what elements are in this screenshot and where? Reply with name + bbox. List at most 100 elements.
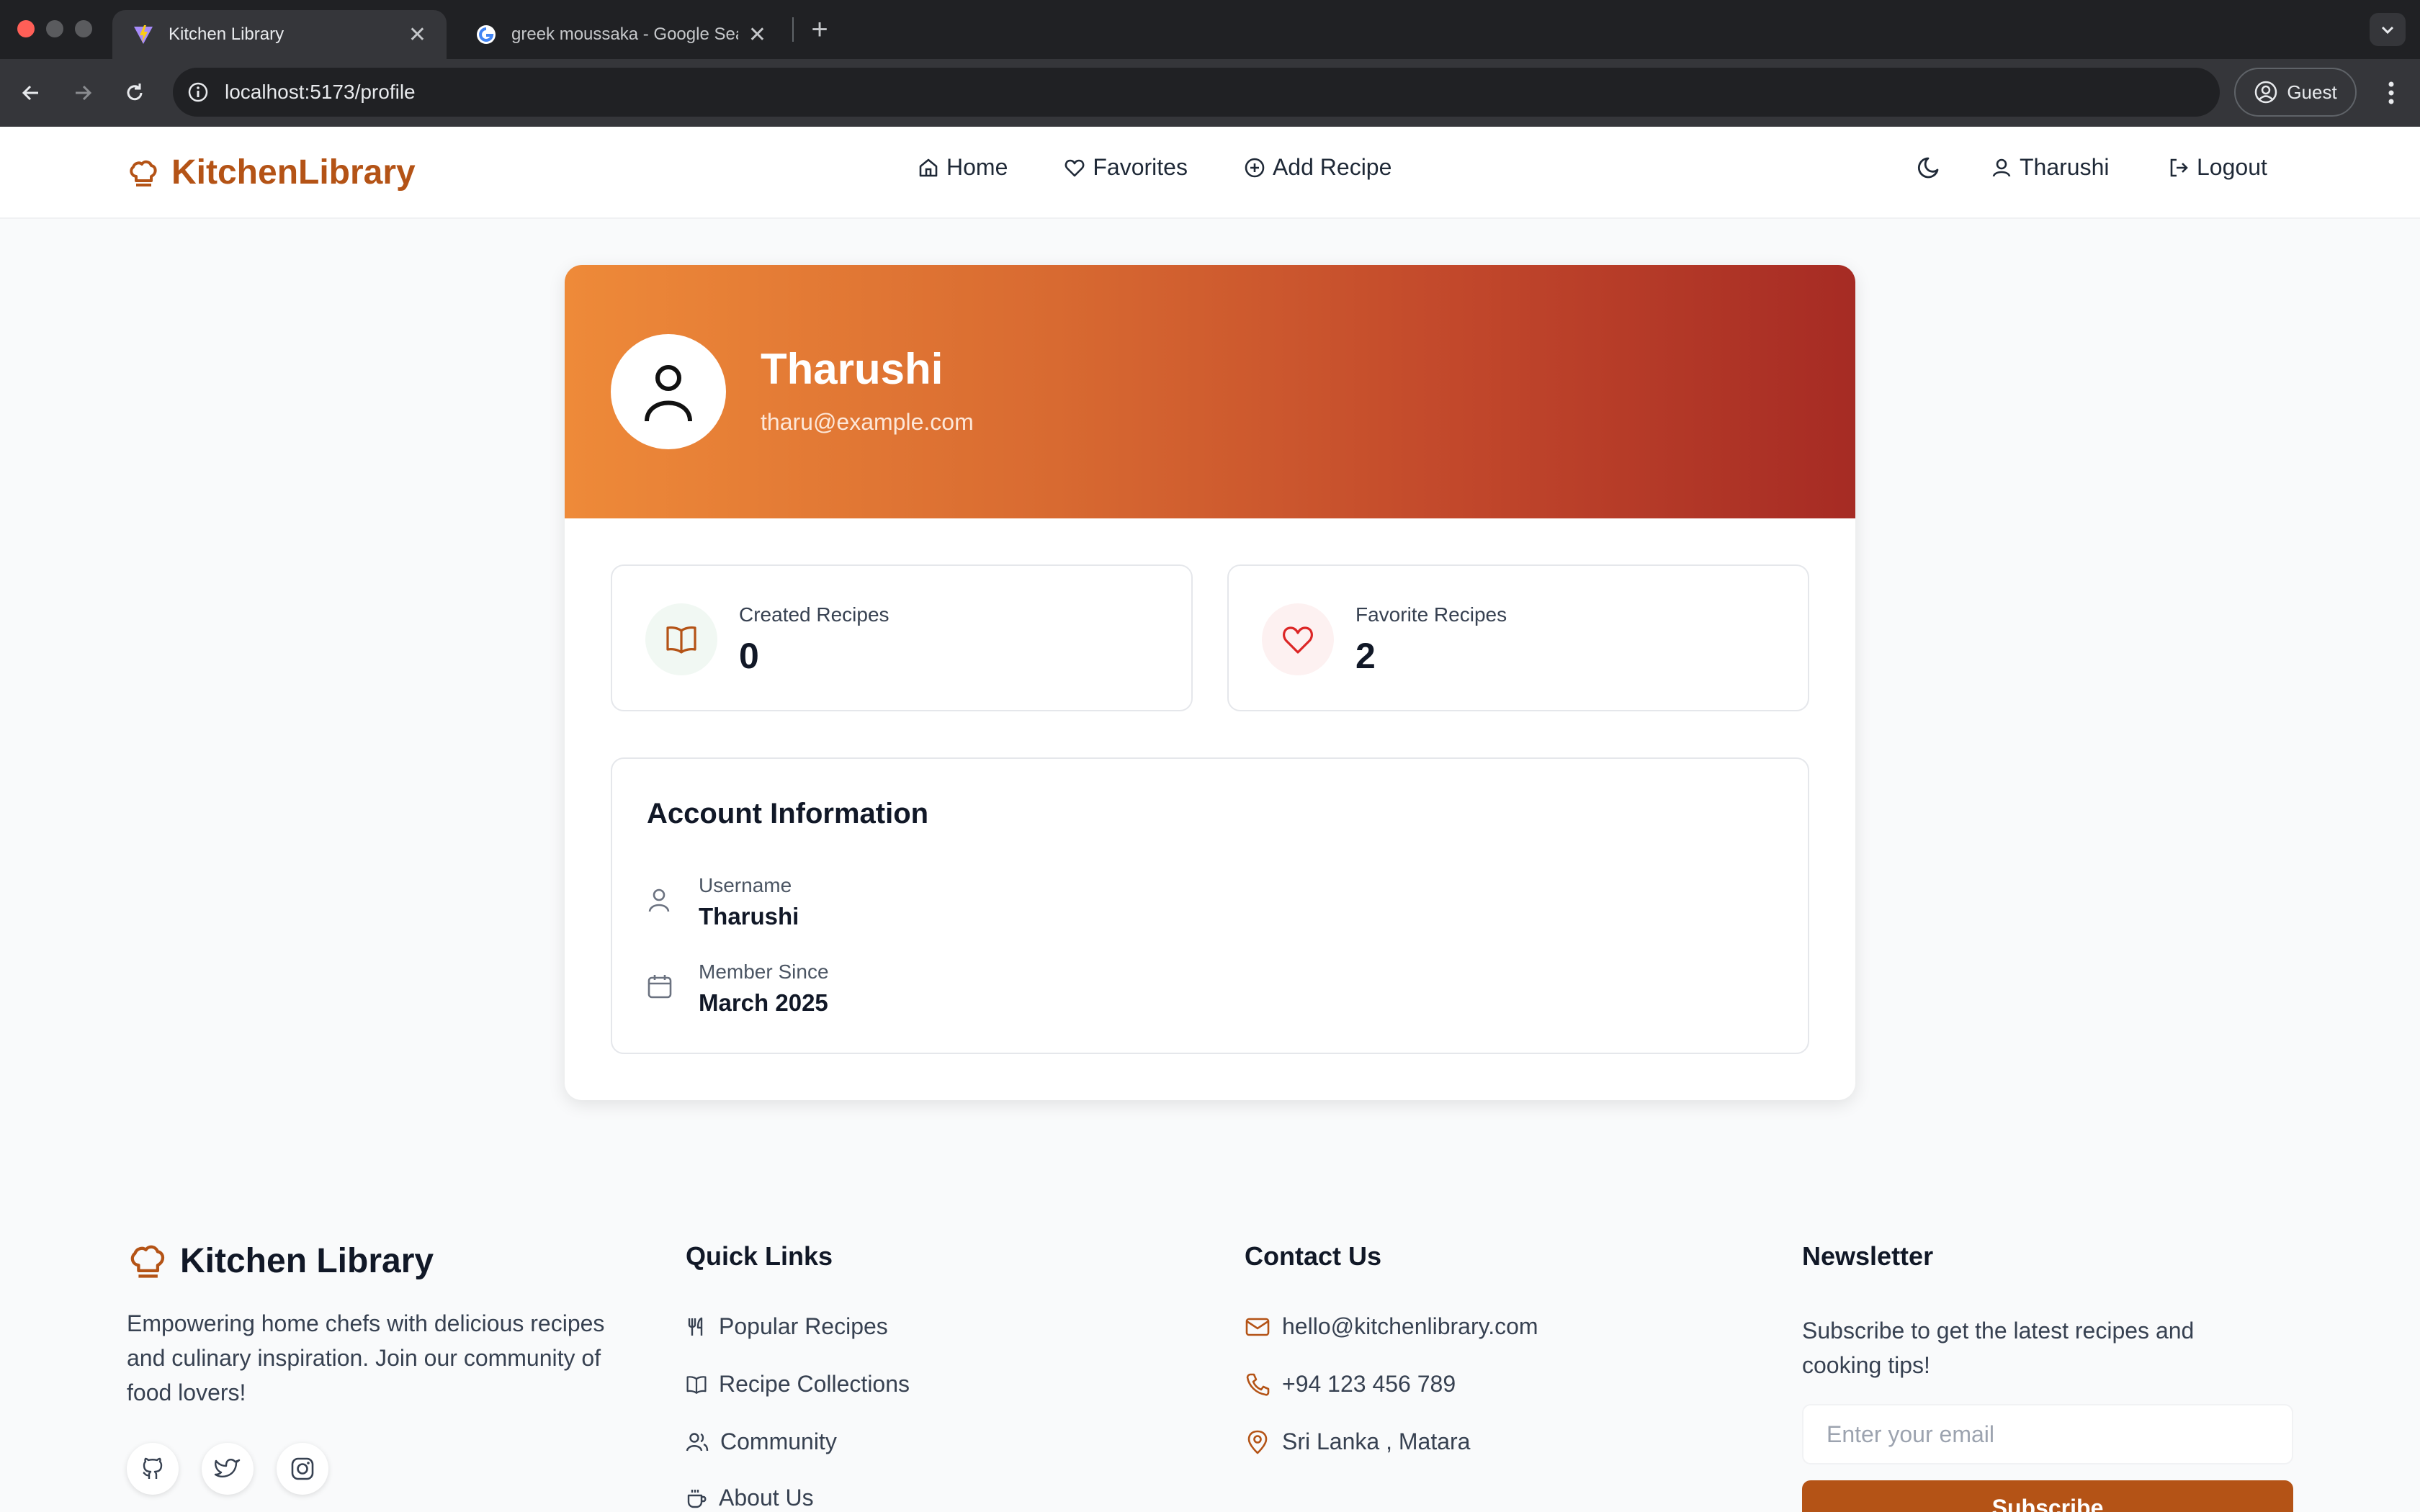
footer-link-recipe-collections[interactable]: Recipe Collections [686,1371,910,1398]
users-icon [686,1432,709,1451]
browser-tab-google-search[interactable]: greek moussaka - Google Sea ✕ [455,10,786,59]
user-avatar-icon [645,365,692,422]
browser-menu-button[interactable] [2377,75,2406,111]
contact-location-text: Sri Lanka , Matara [1282,1428,1471,1454]
profile-email: tharu@example.com [761,409,974,435]
logout-button[interactable]: Logout [2168,154,2267,181]
utensils-icon [688,1317,703,1336]
reload-icon [127,84,143,101]
site-footer: Kitchen Library Empowering home chefs wi… [0,1181,2420,1512]
nav-home-label: Home [946,154,1008,180]
user-icon [648,888,670,912]
close-window-button[interactable] [17,20,35,37]
account-information-title: Account Information [647,798,929,829]
github-link[interactable] [127,1443,179,1495]
member-since-value: March 2025 [699,989,828,1016]
book-icon [645,603,717,675]
nav-favorites-label: Favorites [1093,154,1188,180]
favorite-recipes-label: Favorite Recipes [1355,603,1507,626]
logout-label: Logout [2197,154,2267,180]
profile-icon [2255,81,2277,104]
guest-label: Guest [2287,81,2337,103]
profile-name: Tharushi [761,345,944,393]
user-profile-link[interactable]: Tharushi [1991,154,2110,181]
newsletter-email-input[interactable] [1802,1404,2293,1464]
footer-brand: Kitchen Library [127,1240,434,1282]
account-information-panel: Account Information Username Tharushi Me… [611,757,1809,1054]
chef-hat-icon [130,1245,165,1278]
site-info-icon[interactable] [187,81,209,103]
footer-brand-name: Kitchen Library [180,1241,434,1280]
nav-home[interactable]: Home [918,154,1008,181]
created-recipes-value: 0 [739,636,759,676]
more-vertical-icon [2388,81,2394,104]
username-row: Username Tharushi [647,874,1295,946]
footer-link-label: About Us [719,1485,814,1511]
username-value: Tharushi [699,903,799,930]
username-label: Username [699,874,792,896]
theme-toggle-button[interactable] [1916,154,1943,181]
browser-toolbar: localhost:5173/profile Guest [0,59,2420,127]
app-header: KitchenLibrary Home Favorites Add Recipe… [0,127,2420,219]
maximize-window-button[interactable] [75,20,92,37]
contact-phone: +94 123 456 789 [1282,1371,1456,1397]
contact-location: Sri Lanka , Matara [1245,1428,1470,1455]
footer-link-label: Community [720,1428,837,1454]
footer-description: Empowering home chefs with delicious rec… [127,1310,605,1405]
newsletter-description: Subscribe to get the latest recipes and … [1802,1318,2195,1378]
chevron-down-icon [2381,26,2394,35]
created-recipes-label: Created Recipes [739,603,889,626]
google-favicon-icon [475,24,497,45]
calendar-icon [647,975,672,999]
brand-name: KitchenLibrary [171,153,416,192]
profile-banner: Tharushi tharu@example.com [565,265,1855,518]
footer-link-popular-recipes[interactable]: Popular Recipes [686,1313,888,1340]
contact-phone-link[interactable]: +94 123 456 789 [1245,1371,1456,1398]
book-icon [686,1375,707,1394]
footer-link-about-us[interactable]: About Us [686,1485,814,1511]
contact-email-link[interactable]: hello@kitchenlibrary.com [1245,1313,1538,1340]
twitter-link[interactable] [202,1443,254,1495]
forward-button[interactable] [65,75,101,111]
back-button[interactable] [13,75,49,111]
new-tab-button[interactable]: + [805,10,834,49]
coffee-icon [687,1489,707,1508]
close-tab-icon[interactable]: ✕ [748,22,766,48]
favorite-recipes-stat: Favorite Recipes 2 [1227,564,1809,711]
subscribe-button[interactable]: Subscribe [1802,1480,2293,1512]
mail-icon [1245,1318,1270,1336]
footer-link-label: Recipe Collections [719,1371,910,1397]
tab-title: greek moussaka - Google Sea [511,24,738,44]
created-recipes-stat: Created Recipes 0 [611,564,1193,711]
nav-favorites[interactable]: Favorites [1064,154,1188,181]
close-tab-icon[interactable]: ✕ [408,22,426,48]
member-since-label: Member Since [699,960,829,983]
instagram-link[interactable] [277,1443,328,1495]
user-name-label: Tharushi [2020,154,2110,180]
nav-add-recipe[interactable]: Add Recipe [1244,154,1392,181]
newsletter-title: Newsletter [1802,1241,1934,1271]
member-since-row: Member Since March 2025 [647,960,1295,1032]
contact-us-title: Contact Us [1245,1241,1382,1271]
chef-hat-icon [130,160,157,186]
footer-link-label: Popular Recipes [719,1313,888,1339]
tab-separator [792,17,794,42]
tab-search-button[interactable] [2370,13,2406,46]
main-nav: Home Favorites Add Recipe [918,154,1392,181]
tab-title: Kitchen Library [169,24,284,44]
github-icon [143,1457,163,1479]
heart-icon [1262,603,1334,675]
footer-link-community[interactable]: Community [686,1428,837,1455]
address-bar[interactable]: localhost:5173/profile [173,68,2220,117]
profile-card: Tharushi tharu@example.com Created Recip… [565,265,1855,1100]
url-text: localhost:5173/profile [225,81,416,103]
twitter-icon [214,1459,241,1477]
moon-icon [1917,157,1939,179]
guest-profile-button[interactable]: Guest [2234,68,2357,117]
brand-logo-link[interactable]: KitchenLibrary [127,153,416,192]
heart-icon [1065,159,1085,176]
minimize-window-button[interactable] [46,20,63,37]
reload-button[interactable] [117,75,153,111]
home-icon [919,158,938,176]
browser-tab-kitchen-library[interactable]: Kitchen Library ✕ [112,10,447,59]
